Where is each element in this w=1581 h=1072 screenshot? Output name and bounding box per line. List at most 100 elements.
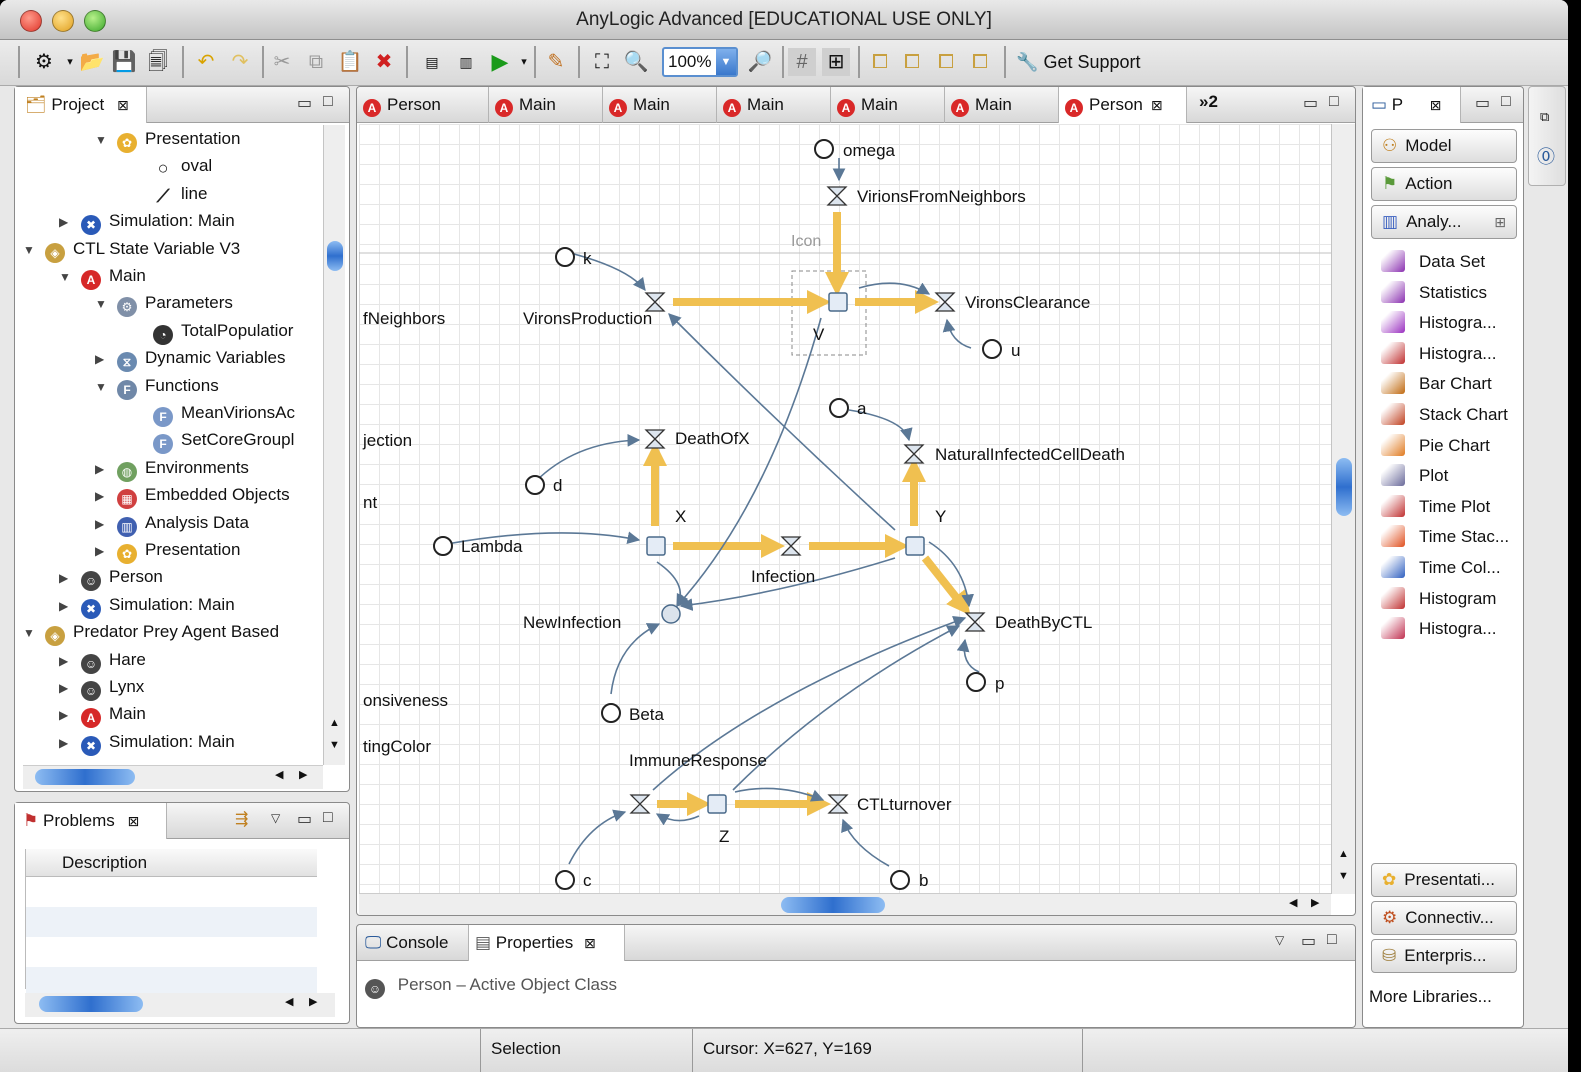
editor-tab[interactable]: A Main [831, 87, 945, 123]
close-window-button[interactable] [20, 10, 42, 32]
scroll-up-icon[interactable]: ▲ [1338, 848, 1349, 860]
editor-tab[interactable]: A Person ⊠ [1059, 87, 1187, 123]
save-all-icon[interactable]: 🗐 [144, 48, 172, 76]
valve-immuneresponse[interactable] [629, 794, 651, 814]
grid-icon[interactable]: # [788, 48, 816, 76]
tree-item[interactable]: ◔ TotalPopulatior [131, 317, 293, 345]
palette-item[interactable]: Bar Chart [1381, 369, 1492, 399]
paste-icon[interactable]: 📋 [336, 48, 364, 76]
scroll-right-icon[interactable]: ▶ [309, 995, 317, 1008]
grid-view-icon[interactable]: ⊞ [1494, 206, 1506, 238]
valve-deathbyctl[interactable] [964, 612, 986, 632]
expanded-arrow-icon[interactable]: ▼ [59, 264, 81, 291]
build-icon[interactable]: ▤ [418, 48, 446, 76]
collapsed-arrow-icon[interactable]: ▶ [59, 648, 81, 675]
stock-x[interactable] [646, 536, 666, 556]
expanded-arrow-icon[interactable]: ▼ [95, 374, 117, 401]
tab-console[interactable]: 🖵 Console [357, 925, 469, 961]
zoom-select[interactable]: 100% ▼ [662, 47, 738, 77]
maximize-icon[interactable]: □ [1329, 93, 1339, 111]
valve-deathofx[interactable] [644, 429, 666, 449]
tab-palette[interactable]: ▭ P ⊠ [1363, 87, 1461, 123]
minimize-icon[interactable]: ▭ [1303, 93, 1318, 113]
delete-icon[interactable]: ✖ [370, 48, 398, 76]
maximize-icon[interactable]: □ [1501, 93, 1511, 111]
undo-icon[interactable]: ↶ [192, 48, 220, 76]
tree-item[interactable]: ▶ ✿ Presentation [95, 536, 240, 564]
palette-item[interactable]: Histogram [1381, 584, 1496, 614]
palette-item[interactable]: Histogra... [1381, 614, 1496, 644]
stock-y[interactable] [905, 536, 925, 556]
palette-item[interactable]: Statistics [1381, 278, 1487, 308]
tree-item[interactable]: ○ oval [131, 152, 212, 179]
filter-icon[interactable]: ⇶ [235, 809, 248, 829]
maximize-icon[interactable]: □ [323, 809, 333, 827]
get-support-button[interactable]: 🔧 Get Support [1016, 48, 1141, 76]
snap-to-grid-icon[interactable]: ⊞ [822, 48, 850, 76]
tree-item[interactable]: ▶ ◍ Environments [95, 454, 249, 483]
palette-item[interactable]: Stack Chart [1381, 400, 1508, 430]
param-p-icon[interactable] [966, 672, 986, 692]
bring-forward-icon[interactable]: ⧠ [898, 48, 926, 76]
palette-library-button[interactable]: ⛁ Enterpris... [1371, 939, 1517, 973]
tree-item[interactable]: ▶ ▦ Embedded Objects [95, 481, 290, 510]
tab-project[interactable]: 🗂 Project ⊠ [15, 87, 147, 123]
tree-item[interactable]: ▶ ✖ Simulation: Main [59, 591, 235, 619]
project-hscroll[interactable]: ◀ ▶ [23, 765, 323, 789]
zoom-out-icon[interactable]: 🔍 [622, 48, 650, 76]
minimize-icon[interactable]: ▭ [297, 93, 312, 113]
tree-item[interactable]: ▼ ◈ Predator Prey Agent Based [23, 618, 279, 647]
editor-tab[interactable]: A Person [357, 87, 489, 123]
maximize-icon[interactable]: □ [1327, 931, 1337, 949]
bring-to-front-icon[interactable]: ⧠ [866, 48, 894, 76]
collapsed-arrow-icon[interactable]: ▶ [59, 675, 81, 702]
editor-tab[interactable]: A Main [717, 87, 831, 123]
project-hscroll-thumb[interactable] [35, 769, 135, 785]
expanded-arrow-icon[interactable]: ▼ [95, 291, 117, 318]
tree-item[interactable]: ▶ ✖ Simulation: Main [59, 207, 235, 236]
tree-item[interactable]: ▼ ✿ Presentation [95, 125, 240, 153]
tree-item[interactable]: ⟋ line [131, 180, 207, 207]
chevron-down-icon[interactable]: ▼ [716, 49, 736, 75]
zoom-fit-icon[interactable]: ⛶ [588, 48, 616, 76]
scroll-left-icon[interactable]: ◀ [1289, 896, 1297, 909]
tree-item[interactable]: ▶ ☺ Person [59, 563, 163, 592]
minimize-icon[interactable]: ▭ [297, 809, 312, 829]
param-u-icon[interactable] [982, 339, 1002, 359]
palette-library-button[interactable]: ✿ Presentati... [1371, 863, 1517, 897]
diagram-canvas[interactable]: Icon omega VirionsFromNeighbors k Virons… [359, 124, 1331, 894]
help-icon[interactable]: ⓪ [1537, 143, 1555, 169]
tree-item[interactable]: ▼ ⚙ Parameters [95, 289, 233, 318]
send-backward-icon[interactable]: ⧠ [932, 48, 960, 76]
diagram-hscroll-thumb[interactable] [781, 897, 885, 913]
palette-item[interactable]: Time Stac... [1381, 522, 1509, 552]
param-k-icon[interactable] [555, 247, 575, 267]
scroll-right-icon[interactable]: ▶ [299, 768, 307, 781]
expanded-arrow-icon[interactable]: ▼ [23, 620, 45, 647]
zoom-in-icon[interactable]: 🔎 [746, 48, 774, 76]
param-c-icon[interactable] [555, 870, 575, 890]
tree-item[interactable]: ▶ ✖ Simulation: Main [59, 728, 235, 757]
close-icon[interactable]: ⊠ [584, 935, 596, 951]
stock-v[interactable] [828, 292, 848, 312]
param-d-icon[interactable] [525, 475, 545, 495]
copy-icon[interactable]: ⧉ [302, 48, 330, 76]
open-folder-icon[interactable]: 📂 [78, 48, 106, 76]
scroll-up-icon[interactable]: ▲ [329, 717, 340, 729]
collapsed-arrow-icon[interactable]: ▶ [95, 456, 117, 483]
diagram-hscroll[interactable]: ◀ ▶ [359, 893, 1331, 915]
save-icon[interactable]: 💾 [110, 48, 138, 76]
editor-tab[interactable]: A Main [945, 87, 1059, 123]
redo-icon[interactable]: ↷ [226, 48, 254, 76]
palette-library-button[interactable]: ⚙ Connectiv... [1371, 901, 1517, 935]
collapsed-arrow-icon[interactable]: ▶ [59, 730, 81, 757]
minimize-window-button[interactable] [52, 10, 74, 32]
tree-item[interactable]: ▶ ▥ Analysis Data [95, 509, 249, 537]
palette-item[interactable]: Histogra... [1381, 308, 1496, 338]
editor-tab[interactable]: A Main [603, 87, 717, 123]
scroll-right-icon[interactable]: ▶ [1311, 896, 1319, 909]
diagram-vscroll-thumb[interactable] [1336, 458, 1352, 516]
tree-item[interactable]: ▶ ⧖ Dynamic Variables [95, 344, 285, 373]
editor-tab-overflow[interactable]: »2 [1199, 87, 1218, 117]
valve-infection[interactable] [780, 536, 802, 556]
